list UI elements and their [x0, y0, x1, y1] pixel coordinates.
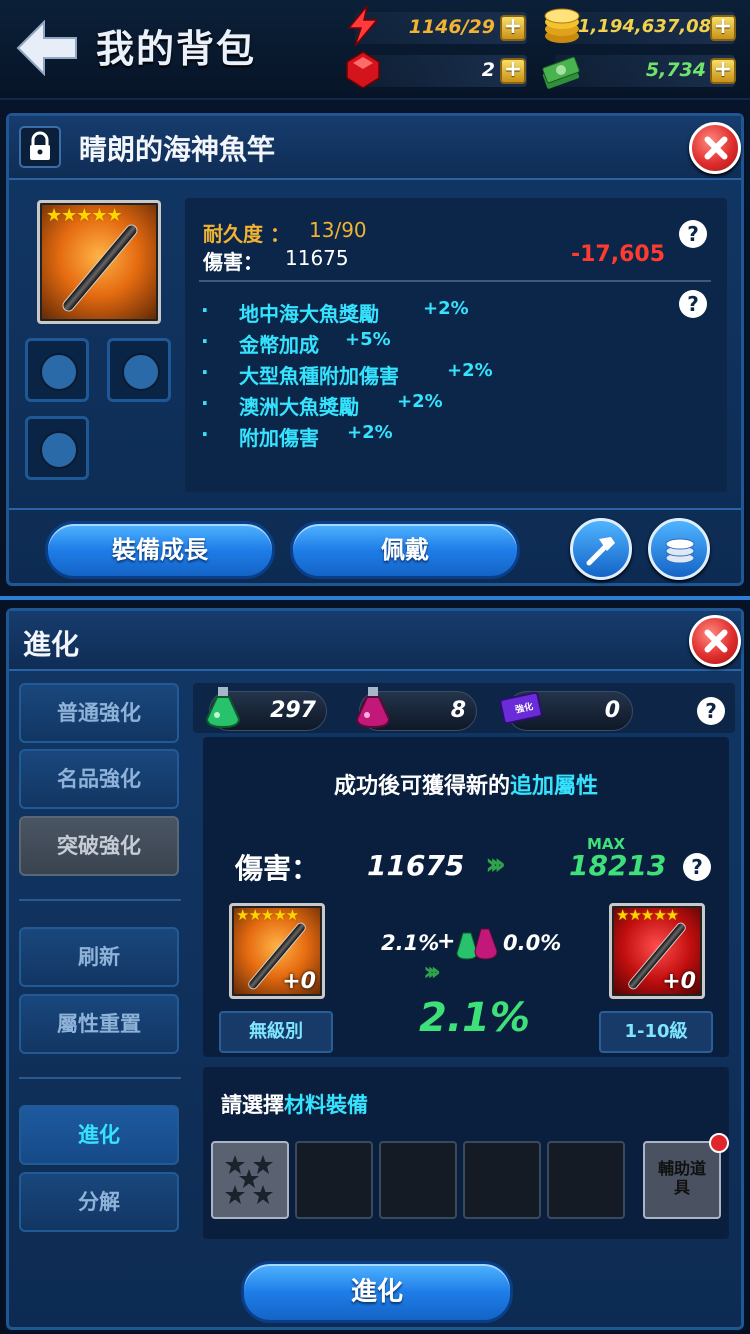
evolved-item-level: +0	[662, 969, 696, 994]
attribute-row: · 附加傷害 +2%	[201, 422, 393, 450]
durability-value: 13/90	[309, 218, 367, 242]
evolve-notice: 成功後可獲得新的追加屬性	[333, 774, 599, 799]
socket-slot[interactable]	[25, 416, 89, 480]
item-detail-panel: 睛朗的海神魚竿 ★★★★★ 耐久度 ： 13/90 傷害： 11675 -17,…	[6, 113, 744, 586]
stars-icon	[225, 1155, 273, 1204]
evolve-panel: 進化 普通強化 名品強化 突破強化 刷新 屬性重置 進化 分解 297 8 0 …	[6, 608, 744, 1330]
ticket-count: 0	[604, 698, 620, 723]
cash-value: 5,734	[645, 59, 706, 81]
repair-hammer-button[interactable]	[570, 518, 632, 580]
socket-slot[interactable]	[107, 338, 171, 402]
attribute-row: · 澳洲大魚獎勵 +2%	[201, 391, 443, 419]
auxiliary-item-label: 輔助道具	[657, 1159, 706, 1197]
evolved-item-stars: ★★★★★	[616, 906, 679, 924]
purple-potion-icon	[355, 687, 391, 729]
material-slot[interactable]	[547, 1141, 625, 1219]
equip-button[interactable]: 佩戴	[290, 521, 520, 579]
lock-icon[interactable]	[19, 126, 61, 168]
purple-potion-count: 8	[450, 698, 466, 723]
divider	[19, 899, 181, 901]
attribute-row: · 金幣加成 +5%	[201, 329, 391, 357]
evolve-damage-max: 18213	[569, 849, 667, 882]
divider	[19, 1077, 181, 1079]
coin-stack-icon	[665, 538, 695, 564]
gold-coins-icon	[544, 8, 580, 43]
progress-chevrons: ›››	[423, 957, 441, 987]
damage-diff: -17,605	[570, 242, 665, 267]
sidebar-disassemble[interactable]: 分解	[19, 1172, 179, 1232]
attribute-row: · 地中海大魚獎勵 +2%	[201, 298, 469, 326]
sidebar-normal-enhance[interactable]: 普通強化	[19, 683, 179, 743]
material-slot[interactable]	[295, 1141, 373, 1219]
socket-slot[interactable]	[25, 338, 89, 402]
green-potion-icon	[205, 687, 241, 729]
coin-stack-button[interactable]	[648, 518, 710, 580]
bonus-rate: 0.0%	[503, 931, 562, 955]
help-icon[interactable]: ?	[679, 290, 707, 318]
sidebar-evolve[interactable]: 進化	[19, 1105, 179, 1165]
rate-plus-sign: +	[437, 929, 456, 954]
close-button[interactable]	[689, 122, 741, 174]
material-slot[interactable]	[463, 1141, 541, 1219]
attribute-row: · 大型魚種附加傷害 +2%	[201, 360, 493, 388]
evolve-button[interactable]: 進化	[241, 1261, 513, 1323]
evolve-damage-current: 11675	[367, 849, 465, 882]
material-slot[interactable]	[379, 1141, 457, 1219]
sidebar-premium-enhance[interactable]: 名品強化	[19, 749, 179, 809]
current-item-icon[interactable]: ★★★★★ +0	[229, 903, 325, 999]
select-material-label: 請選擇材料裝備	[221, 1093, 368, 1117]
help-icon[interactable]: ?	[683, 853, 711, 881]
cash-stack-icon	[542, 56, 580, 89]
item-star-rating: ★★★★★	[46, 205, 123, 226]
equipment-growth-button[interactable]: 裝備成長	[45, 521, 275, 579]
arrow-chevrons: ›››	[485, 847, 506, 882]
evolved-grade-badge: 1-10級	[599, 1011, 713, 1053]
damage-value: 11675	[285, 246, 349, 270]
sidebar-refresh[interactable]: 刷新	[19, 927, 179, 987]
help-icon[interactable]: ?	[679, 220, 707, 248]
evolve-panel-title: 進化	[23, 628, 80, 661]
ruby-icon	[346, 51, 380, 89]
evolve-panel-header: 進化	[9, 611, 741, 671]
energy-value: 1146/29	[408, 16, 495, 38]
top-bar: 我的背包 1146/29 + 1,194,637,086 + 2 + 5,734…	[0, 0, 750, 100]
coins-value: 1,194,637,086	[578, 16, 724, 37]
item-stats-box: 耐久度 ： 13/90 傷害： 11675 -17,605 ? ? · 地中海大魚…	[185, 198, 727, 492]
item-panel-header: 睛朗的海神魚竿	[9, 116, 741, 180]
divider	[199, 280, 711, 282]
damage-label: 傷害：	[203, 250, 263, 274]
energy-plus-button[interactable]: +	[500, 15, 526, 41]
item-icon[interactable]: ★★★★★	[37, 200, 161, 324]
material-slot-selected[interactable]	[211, 1141, 289, 1219]
cash-plus-button[interactable]: +	[710, 58, 736, 84]
gems-plus-button[interactable]: +	[500, 58, 526, 84]
divider	[9, 508, 741, 510]
hammer-icon	[586, 537, 615, 566]
notification-dot	[709, 1133, 729, 1153]
help-icon[interactable]: ?	[697, 697, 725, 725]
current-grade-badge: 無級別	[219, 1011, 333, 1053]
current-item-stars: ★★★★★	[236, 906, 299, 924]
sidebar-attribute-reset[interactable]: 屬性重置	[19, 994, 179, 1054]
lightning-icon	[347, 6, 379, 46]
fishing-rod-image	[60, 222, 140, 314]
section-divider	[0, 596, 750, 600]
base-rate: 2.1%	[381, 931, 440, 955]
evolve-damage-label: 傷害：	[235, 852, 320, 885]
current-item-level: +0	[282, 969, 316, 994]
page-title: 我的背包	[96, 27, 257, 71]
close-button[interactable]	[689, 615, 741, 667]
coins-plus-button[interactable]: +	[710, 15, 736, 41]
total-success-rate: 2.1%	[419, 995, 530, 1041]
potion-bundle-icon	[456, 928, 498, 960]
item-name: 睛朗的海神魚竿	[79, 133, 276, 166]
gems-value: 2	[481, 59, 495, 81]
evolved-item-icon[interactable]: ★★★★★ +0	[609, 903, 705, 999]
green-potion-count: 297	[270, 698, 316, 723]
auxiliary-item-slot[interactable]: 輔助道具	[643, 1141, 721, 1219]
sidebar-breakthrough-enhance[interactable]: 突破強化	[19, 816, 179, 876]
durability-label: 耐久度 ：	[203, 222, 290, 246]
back-arrow-icon[interactable]	[14, 18, 80, 78]
